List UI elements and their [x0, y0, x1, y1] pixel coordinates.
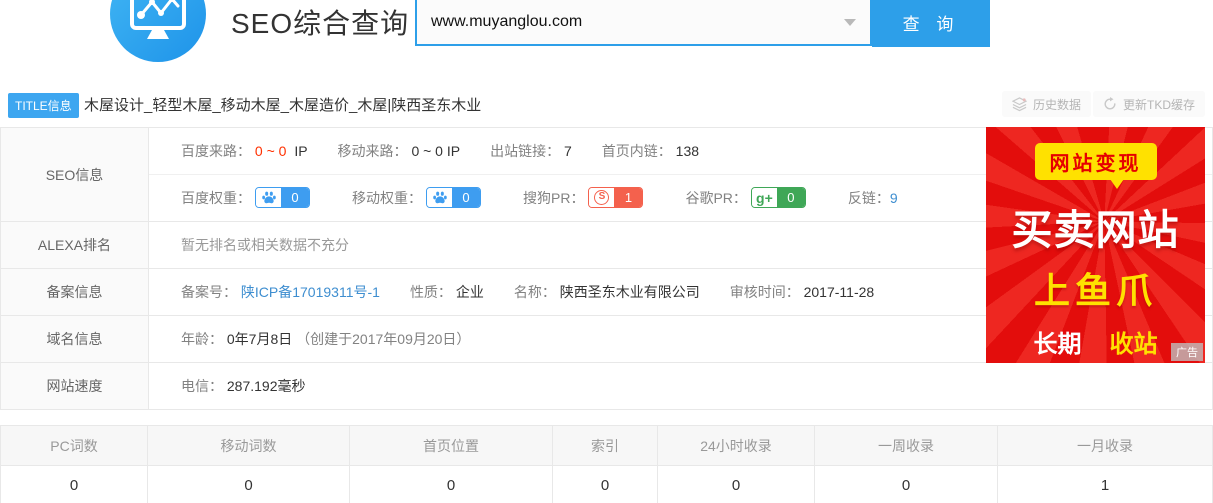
title-info-badge: TITLE信息 — [8, 93, 79, 118]
ad-bubble-text: 网站变现 — [1035, 143, 1157, 180]
search-input[interactable] — [417, 0, 870, 44]
backlinks: 反链： 9 — [848, 188, 898, 208]
seo-query-page: SEO综合查询 查 询 TITLE信息 木屋设计_轻型木屋_移动木屋_木屋造价_… — [0, 0, 1213, 503]
baidu-traffic-value: 0 ~ 0 — [255, 143, 287, 159]
stats-value-home-position: 0 — [350, 466, 553, 503]
row-label-icp: 备案信息 — [1, 269, 149, 315]
mobile-weight-value: 0 — [452, 188, 480, 207]
stats-value-week: 0 — [815, 466, 998, 503]
ad-headline: 买卖网站 — [986, 196, 1205, 256]
telecom-speed: 电信： 287.192毫秒 — [181, 376, 306, 396]
stats-value-24h: 0 — [658, 466, 815, 503]
layers-icon — [1012, 97, 1027, 112]
google-pr-badge: g+ 0 — [751, 187, 806, 208]
baidu-weight-badge: 0 — [255, 187, 310, 208]
mobile-traffic-value: 0 ~ 0 IP — [411, 143, 460, 159]
ad-subline: 上鱼爪 — [986, 262, 1205, 314]
speed-row: 网站速度 电信： 287.192毫秒 — [1, 363, 1212, 409]
paw-icon — [427, 188, 452, 207]
icp-number: 备案号： 陕ICP备17019311号-1 — [181, 282, 380, 302]
stats-header-row: PC词数 移动词数 首页位置 索引 24小时收录 一周收录 一月收录 — [1, 426, 1212, 466]
google-pr-value: 0 — [777, 188, 805, 207]
icp-audit-time: 审核时间： 2017-11-28 — [730, 282, 874, 302]
stats-col-week: 一周收录 — [815, 426, 998, 465]
outbound-links-value: 7 — [564, 143, 572, 159]
refresh-tkd-button[interactable]: 更新TKD缓存 — [1093, 91, 1205, 117]
stats-value-index: 0 — [553, 466, 658, 503]
google-pr[interactable]: 谷歌PR： g+ 0 — [685, 187, 805, 208]
sogou-pr[interactable]: 搜狗PR： S 1 — [523, 187, 643, 208]
monitor-chart-icon — [127, 0, 189, 48]
stats-value-month: 1 — [998, 466, 1212, 503]
gplus-icon: g+ — [752, 188, 777, 207]
stats-table: PC词数 移动词数 首页位置 索引 24小时收录 一周收录 一月收录 0 0 0… — [0, 425, 1213, 503]
query-button[interactable]: 查 询 — [872, 0, 990, 47]
stats-col-pc-words: PC词数 — [1, 426, 148, 465]
icp-company-name: 名称： 陕西圣东木业有限公司 — [514, 282, 700, 302]
row-label-speed: 网站速度 — [1, 363, 149, 409]
stats-col-24h: 24小时收录 — [658, 426, 815, 465]
icp-nature: 性质： 企业 — [410, 282, 484, 302]
mobile-weight[interactable]: 移动权重： 0 — [352, 187, 481, 208]
stats-value-mobile-words: 0 — [148, 466, 350, 503]
stats-col-month: 一月收录 — [998, 426, 1212, 465]
homepage-inner-links-value: 138 — [676, 143, 699, 159]
history-data-label: 历史数据 — [1033, 96, 1081, 113]
homepage-inner-links: 首页内链： 138 — [602, 141, 699, 161]
backlinks-value[interactable]: 9 — [890, 190, 898, 206]
title-bar: TITLE信息 木屋设计_轻型木屋_移动木屋_木屋造价_木屋|陕西圣东木业 历史… — [0, 88, 1213, 121]
search-box — [415, 0, 872, 46]
outbound-links: 出站链接： 7 — [490, 141, 572, 161]
baidu-weight[interactable]: 百度权重： 0 — [181, 187, 310, 208]
sogou-pr-value: 1 — [614, 188, 642, 207]
history-data-button[interactable]: 历史数据 — [1002, 91, 1091, 117]
ad-banner[interactable]: 网站变现 买卖网站 上鱼爪 长期 收站 广告 — [986, 127, 1205, 363]
stats-col-mobile-words: 移动词数 — [148, 426, 350, 465]
site-title-text: 木屋设计_轻型木屋_移动木屋_木屋造价_木屋|陕西圣东木业 — [84, 94, 481, 115]
s-circle-icon: S — [589, 188, 614, 207]
stats-col-home-position: 首页位置 — [350, 426, 553, 465]
row-label-domain: 域名信息 — [1, 316, 149, 362]
stats-value-pc-words: 0 — [1, 466, 148, 503]
baidu-weight-value: 0 — [281, 188, 309, 207]
stats-value-row: 0 0 0 0 0 0 1 — [1, 466, 1212, 503]
paw-icon — [256, 188, 281, 207]
mobile-weight-badge: 0 — [426, 187, 481, 208]
row-label-alexa: ALEXA排名 — [1, 222, 149, 268]
refresh-tkd-label: 更新TKD缓存 — [1123, 96, 1195, 113]
ad-label: 广告 — [1171, 343, 1203, 361]
sogou-pr-badge: S 1 — [588, 187, 643, 208]
icp-number-link[interactable]: 陕ICP备17019311号-1 — [241, 284, 380, 300]
domain-age: 年龄： 0年7月8日 （创建于2017年09月20日） — [181, 329, 470, 349]
chevron-down-icon[interactable] — [844, 19, 856, 26]
baidu-traffic: 百度来路： 0 ~ 0 IP — [181, 141, 308, 161]
page-title: SEO综合查询 — [231, 2, 409, 42]
mobile-traffic: 移动来路： 0 ~ 0 IP — [338, 141, 461, 161]
refresh-icon — [1103, 97, 1117, 111]
alexa-value: 暂无排名或相关数据不充分 — [181, 235, 349, 255]
row-label-seo: SEO信息 — [1, 128, 149, 221]
stats-col-index: 索引 — [553, 426, 658, 465]
